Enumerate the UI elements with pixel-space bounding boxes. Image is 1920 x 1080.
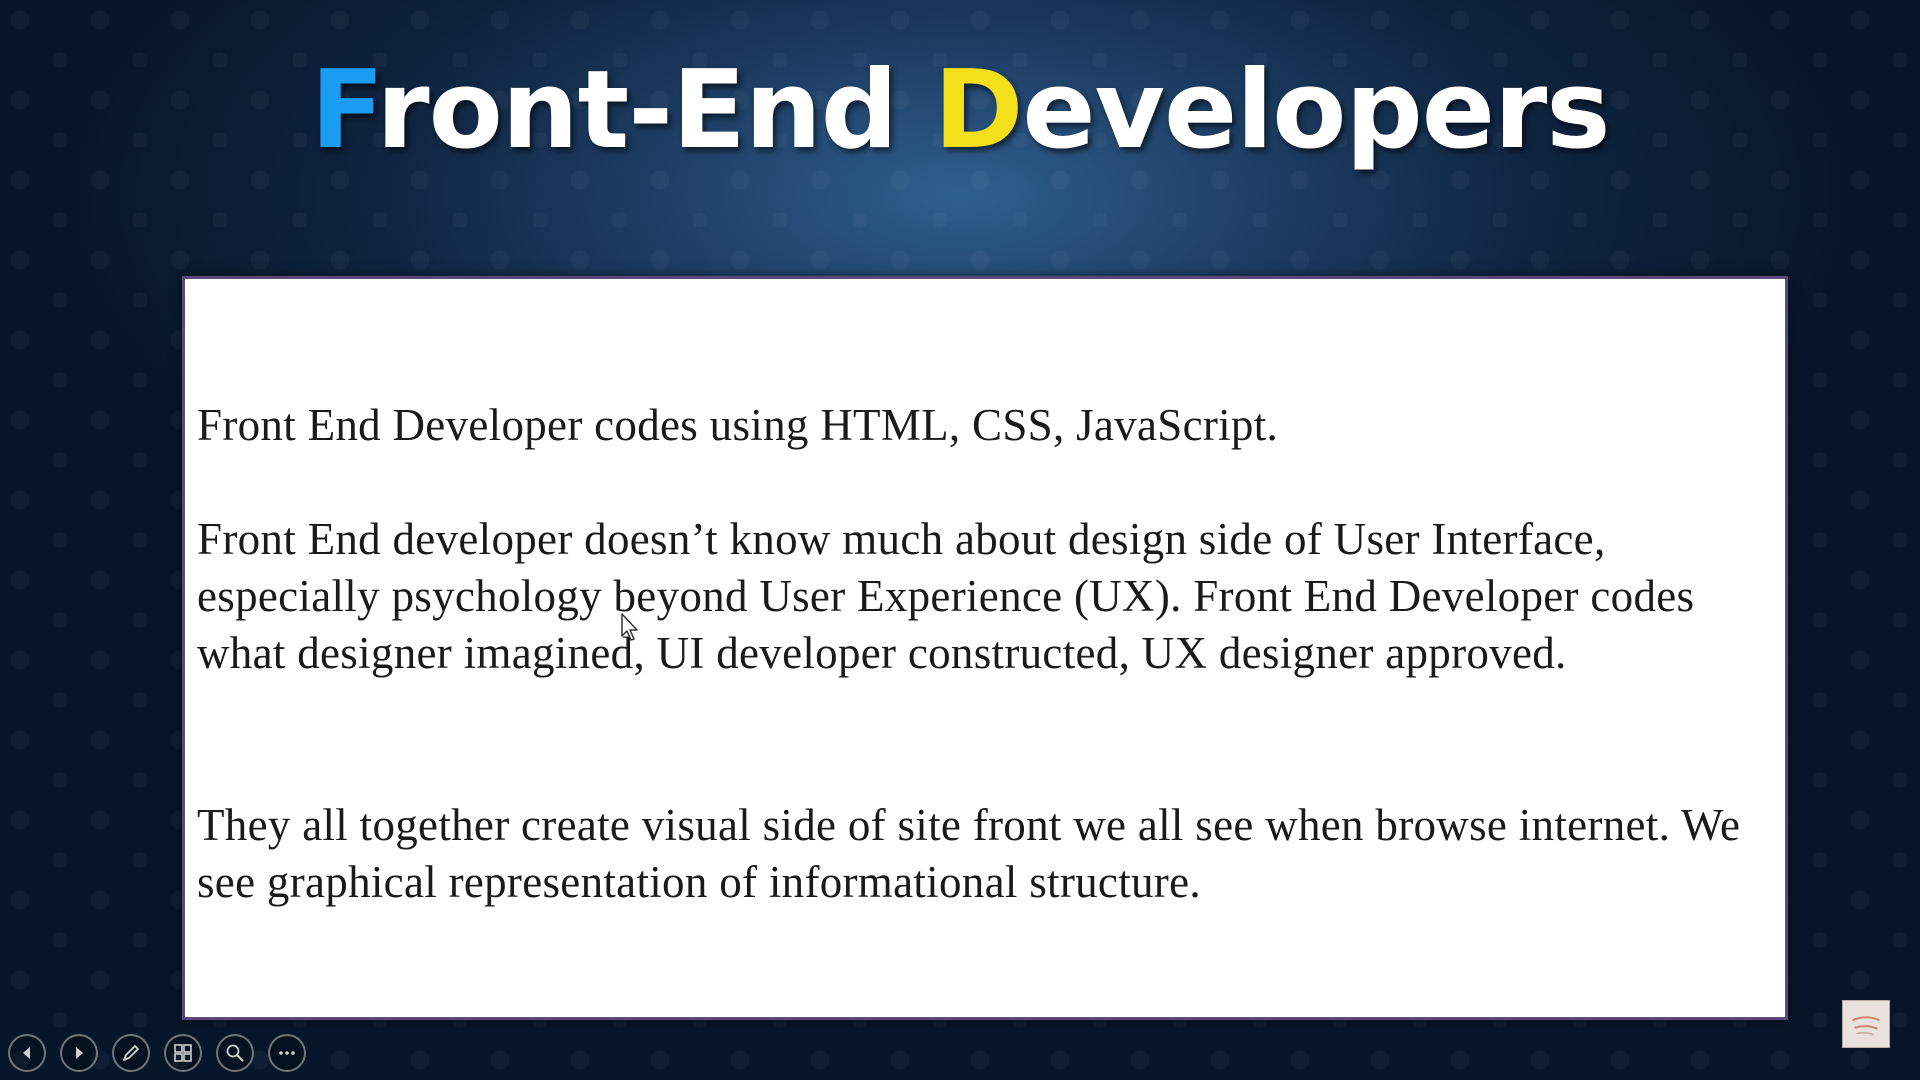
- paragraph-visual-side: They all together create visual side of …: [197, 800, 1741, 907]
- title-initial-d: D: [933, 48, 1024, 173]
- title-initial-f: F: [310, 48, 377, 173]
- slideshow-controls: [8, 1034, 306, 1074]
- next-slide-button[interactable]: [60, 1034, 98, 1072]
- pen-tool-button[interactable]: [112, 1034, 150, 1072]
- zoom-button[interactable]: [216, 1034, 254, 1072]
- paragraph-design-side: Front End developer doesn’t know much ab…: [197, 514, 1695, 678]
- more-options-icon: [279, 1051, 295, 1055]
- content-text-box: Front End Developer codes using HTML, CS…: [182, 276, 1788, 1020]
- previous-slide-button[interactable]: [8, 1034, 46, 1072]
- title-word-front-end: ront-End: [376, 48, 934, 173]
- title-word-developers: evelopers: [1022, 48, 1610, 173]
- paragraph-languages: Front End Developer codes using HTML, CS…: [197, 400, 1279, 450]
- see-all-slides-button[interactable]: [164, 1034, 202, 1072]
- channel-watermark: [1842, 1000, 1890, 1048]
- slides-grid-icon: [174, 1044, 192, 1062]
- slide-title: Front-End Developers: [0, 48, 1920, 173]
- mouse-pointer-icon: [621, 613, 638, 641]
- more-options-button[interactable]: [268, 1034, 306, 1072]
- next-slide-icon: [76, 1047, 83, 1059]
- zoom-icon: [226, 1044, 244, 1062]
- channel-logo-icon: [1852, 1016, 1880, 1036]
- previous-slide-icon: [23, 1047, 30, 1059]
- pen-icon: [123, 1045, 139, 1061]
